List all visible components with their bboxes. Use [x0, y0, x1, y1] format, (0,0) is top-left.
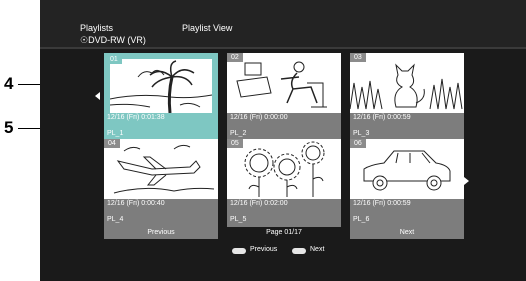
thumbnail-number: 04 — [104, 139, 120, 148]
thumbnail-date: 12/16 (Fri) 0:00:59 — [353, 114, 411, 121]
previous-page-button[interactable]: Previous — [104, 227, 218, 239]
thumbnail-date: 12/16 (Fri) 0:01:38 — [107, 114, 165, 121]
thumbnail-number: 02 — [227, 53, 243, 62]
disc-label: DVD-RW (VR) — [88, 35, 146, 45]
thumbnail-number: 03 — [350, 53, 366, 62]
thumbnail-pl-2[interactable]: 02 12/16 (Fri) 0:00:00 PL_2 — [227, 53, 341, 141]
header-title: Playlists — [80, 23, 114, 33]
header-divider — [40, 47, 526, 49]
skip-back-icon — [232, 248, 246, 254]
footer-previous-label: Previous — [250, 246, 278, 253]
thumbnail-image — [227, 139, 341, 197]
page-indicator: Page 01/17 — [266, 229, 302, 236]
thumbnail-title: PL_2 — [230, 130, 247, 137]
thumbnail-title: PL_5 — [230, 216, 247, 223]
thumbnail-image — [109, 59, 213, 115]
thumbnail-pl-6[interactable]: 06 12/16 (Fri) 0:00:59 PL_6 — [350, 139, 464, 227]
callout-5: 5 — [4, 118, 14, 137]
thumbnail-image — [349, 53, 464, 111]
thumbnail-image — [350, 139, 464, 197]
right-arrow-icon[interactable] — [464, 177, 469, 185]
thumbnail-title: PL_6 — [353, 216, 370, 223]
disc-type: ☉DVD-RW (VR) — [80, 35, 146, 46]
disc-icon: ☉ — [80, 35, 89, 45]
footer-next-label: Next — [310, 246, 325, 253]
thumbnail-image — [104, 139, 218, 197]
thumbnail-pl-1[interactable]: 01 12/16 (Fri) 0:01:38 PL_1 — [104, 53, 218, 141]
thumbnail-number: 01 — [106, 55, 122, 64]
thumbnail-pl-5[interactable]: 05 12/16 (Fri) 0:02:00 PL_5 — [227, 139, 341, 227]
thumbnail-number: 06 — [350, 139, 366, 148]
thumbnail-date: 12/16 (Fri) 0:00:40 — [107, 200, 165, 207]
tv-screen: Playlists Playlist View ☉DVD-RW (VR) 01 … — [40, 0, 526, 281]
header-view: Playlist View — [182, 23, 233, 33]
thumbnail-title: PL_1 — [107, 130, 124, 137]
thumbnail-title: PL_4 — [107, 216, 124, 223]
thumbnail-date: 12/16 (Fri) 0:00:00 — [230, 114, 288, 121]
left-arrow-icon[interactable] — [95, 92, 100, 100]
thumbnail-date: 12/16 (Fri) 0:00:59 — [353, 200, 411, 207]
thumbnail-pl-4[interactable]: 04 12/16 (Fri) 0:00:40 PL_4 — [104, 139, 218, 227]
thumbnail-number: 05 — [227, 139, 243, 148]
thumbnail-title: PL_3 — [353, 130, 370, 137]
callout-4: 4 — [4, 74, 14, 93]
thumbnail-date: 12/16 (Fri) 0:02:00 — [230, 200, 288, 207]
thumbnail-pl-3[interactable]: 03 12/16 (Fri) 0:00:59 PL_3 — [349, 53, 464, 141]
next-page-button[interactable]: Next — [350, 227, 464, 239]
thumbnail-image — [227, 53, 341, 111]
skip-forward-icon — [292, 248, 306, 254]
